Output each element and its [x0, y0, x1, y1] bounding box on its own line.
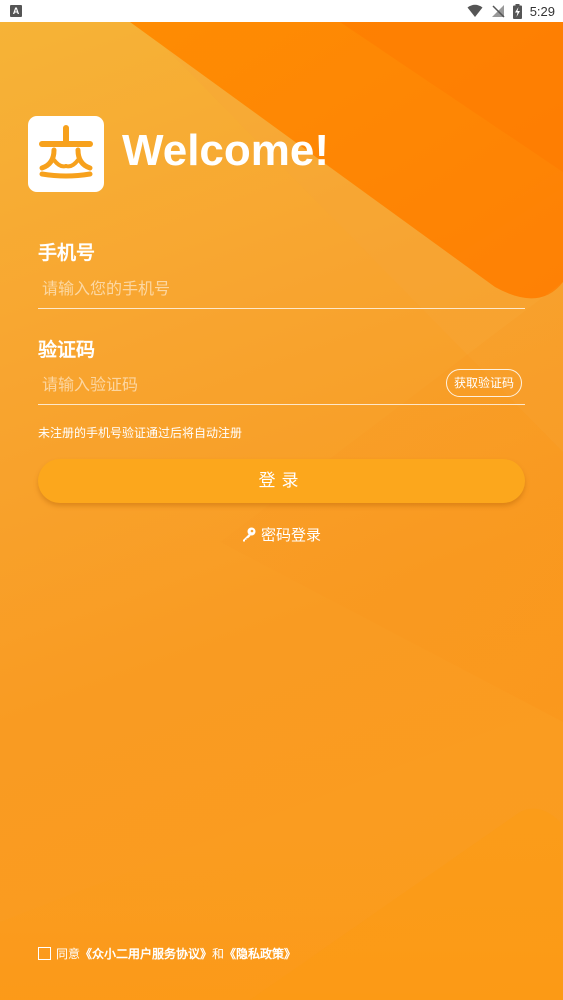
password-login-label: 密码登录	[261, 525, 322, 544]
status-time: 5:29	[529, 3, 555, 19]
wifi-icon	[467, 4, 483, 17]
app-logo	[28, 116, 104, 192]
agreement-and: 和	[212, 946, 225, 961]
app-notification-icon: A	[10, 5, 22, 17]
privacy-policy-link[interactable]: 《隐私政策》	[224, 945, 296, 962]
battery-charging-icon	[512, 3, 522, 19]
service-agreement-link[interactable]: 《众小二用户服务协议》	[80, 945, 212, 962]
phone-label: 手机号	[38, 242, 96, 264]
code-label: 验证码	[38, 339, 96, 361]
logo-icon	[39, 125, 93, 179]
agreement-prefix: 同意	[56, 946, 81, 961]
password-login-link[interactable]: 密码登录	[241, 524, 321, 544]
welcome-title: Welcome!	[122, 126, 330, 175]
agreement-checkbox[interactable]	[38, 946, 51, 960]
login-screen: Welcome! 手机号 验证码 获取验证码 未注册的手机号验证通过后将自动注册…	[0, 22, 563, 1000]
no-signal-icon	[491, 5, 505, 18]
agreement-row: 同意 《众小二用户服务协议》 和 《隐私政策》	[38, 944, 296, 962]
status-icons: 5:29	[467, 3, 555, 19]
login-button[interactable]: 登录	[38, 459, 525, 503]
phone-input[interactable]	[38, 269, 525, 309]
auto-register-hint: 未注册的手机号验证通过后将自动注册	[38, 426, 243, 440]
status-bar: A 5:29	[0, 0, 563, 22]
key-icon	[243, 527, 256, 542]
get-code-button[interactable]: 获取验证码	[446, 369, 522, 397]
